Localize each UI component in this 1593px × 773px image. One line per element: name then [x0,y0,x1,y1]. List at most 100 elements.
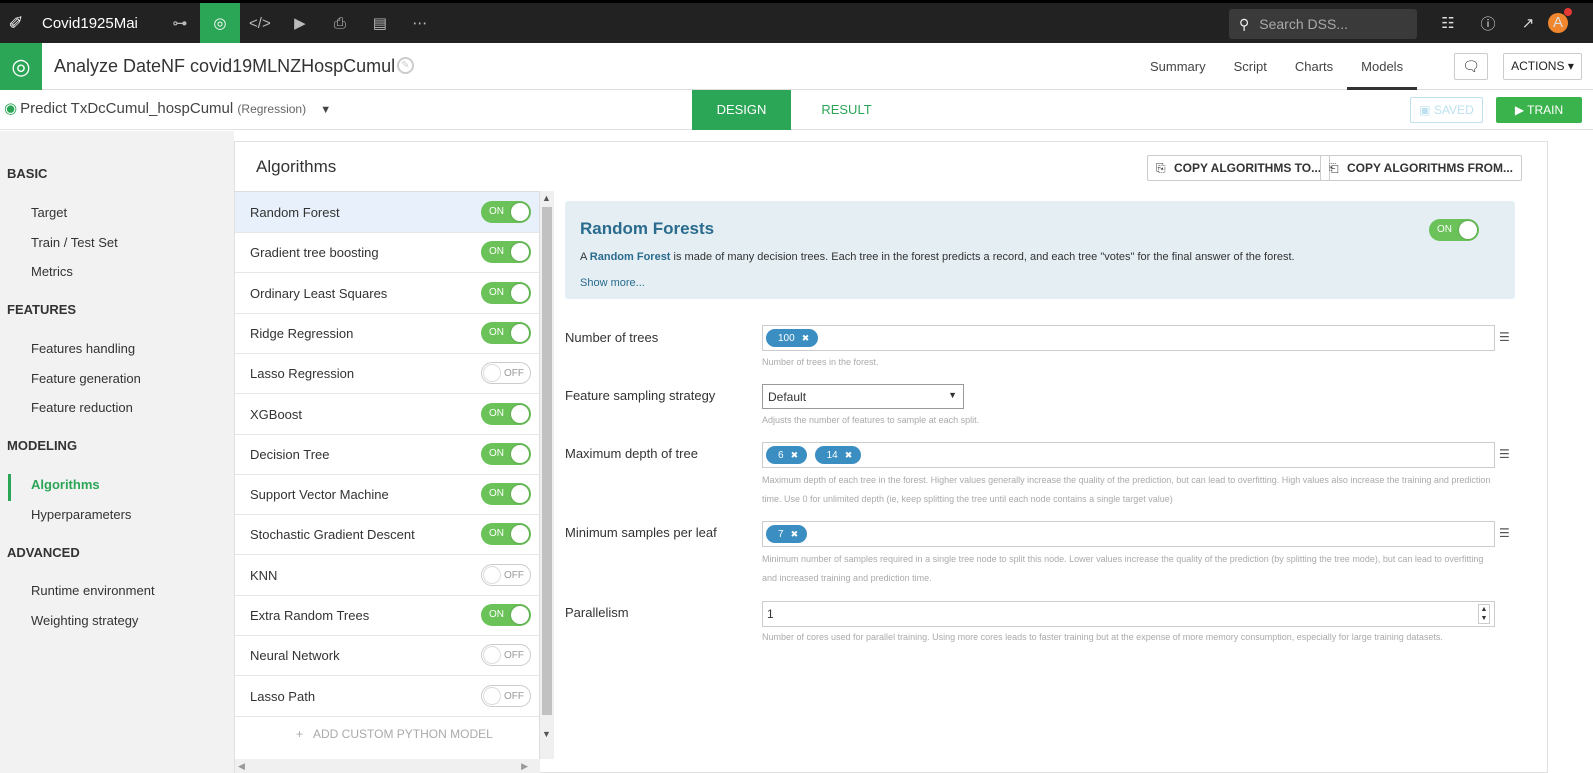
tab-design[interactable]: DESIGN [692,90,791,130]
actions-label: ACTIONS [1511,59,1565,73]
algorithm-detail: Random Forests ON A Random Forest is mad… [555,191,1549,773]
algorithm-row[interactable]: Lasso Regression OFF [235,353,539,395]
algorithm-toggle[interactable]: OFF [481,644,531,667]
tab-models[interactable]: Models [1347,43,1418,90]
value-tag[interactable]: 7 ✖ [766,525,808,543]
feature-sampling-select[interactable]: Default ▼ [762,384,964,409]
algorithm-row[interactable]: XGBoost ON [235,394,539,435]
desc-prefix: A [580,251,590,263]
help-icon[interactable]: ⓘ [1468,13,1508,34]
algorithm-row[interactable]: Decision Tree ON [235,434,539,475]
remove-tag-icon[interactable]: ✖ [802,333,810,343]
code-icon[interactable]: </> [240,3,280,43]
algorithm-row[interactable]: Extra Random Trees ON [235,595,539,636]
algorithm-toggle[interactable]: ON [481,281,531,304]
tab-charts[interactable]: Charts [1281,43,1347,90]
scroll-up-icon[interactable]: ▲ [542,193,551,203]
scroll-down-icon[interactable]: ▼ [542,729,551,739]
tab-result[interactable]: RESULT [797,90,896,130]
discussions-button[interactable]: 🗨 [1454,53,1488,80]
algorithm-toggle[interactable]: ON [481,241,531,264]
sidebar-item-algorithms[interactable]: Algorithms [31,477,100,492]
remove-tag-icon[interactable]: ✖ [791,529,799,539]
parallelism-input[interactable]: 1 ▲ ▼ [762,601,1495,627]
algorithm-toggle[interactable]: ON [481,442,531,465]
list-mode-icon[interactable]: ☰ [1499,526,1510,540]
algorithm-list-scrollbar[interactable]: ▲ ▼ [540,191,554,759]
printer-icon[interactable]: ⎙ [320,3,360,43]
max-depth-input[interactable]: 6 ✖ 14 ✖ [762,442,1495,468]
sidebar-item-weighting-strategy[interactable]: Weighting strategy [31,613,138,628]
jobs-play-icon[interactable]: ▶ [280,3,320,43]
algorithm-toggle[interactable]: OFF [481,563,531,586]
number-of-trees-input[interactable]: 100 ✖ [762,325,1495,351]
sidebar-item-hyperparameters[interactable]: Hyperparameters [31,507,131,522]
algorithm-row[interactable]: KNN OFF [235,555,539,596]
value-tag[interactable]: 100 ✖ [766,329,819,347]
chevron-down-icon[interactable]: ▼ [320,104,331,116]
algorithm-name: Gradient tree boosting [250,245,379,261]
lab-icon[interactable]: ◎ [199,3,240,43]
scroll-left-icon[interactable]: ◀ [238,761,245,772]
algorithm-toggle[interactable]: ON [481,402,531,425]
algorithm-toggle[interactable]: OFF [481,684,531,707]
sidebar-item-metrics[interactable]: Metrics [31,264,73,279]
copy-algorithms-to-button[interactable]: ⎘ COPY ALGORITHMS TO... [1147,155,1331,181]
trending-icon[interactable]: ↗ [1508,14,1548,32]
flow-icon[interactable]: ⊶ [160,3,200,43]
algorithm-toggle[interactable]: ON [481,523,531,546]
copy-algorithms-from-button[interactable]: ⎗ COPY ALGORITHMS FROM... [1320,155,1523,181]
algorithm-row[interactable]: Gradient tree boosting ON [235,232,539,274]
algorithm-row[interactable]: Random Forest ON [235,192,539,233]
algorithm-row[interactable]: Neural Network OFF [235,635,539,677]
project-name[interactable]: Covid1925Mai [42,15,138,32]
algorithm-enable-toggle[interactable]: ON [1429,219,1479,241]
sidebar-item-target[interactable]: Target [31,205,67,220]
remove-tag-icon[interactable]: ✖ [791,450,799,460]
predict-selector[interactable]: ◉ Predict TxDcCumul_hospCumul (Regression… [4,99,331,117]
algorithm-row[interactable]: Stochastic Gradient Descent ON [235,514,539,556]
sidebar-item-runtime-environment[interactable]: Runtime environment [31,583,155,598]
algorithm-row[interactable]: Ridge Regression ON [235,313,539,354]
tab-summary[interactable]: Summary [1136,43,1220,90]
dashboard-icon[interactable]: ▤ [360,3,400,43]
list-mode-icon[interactable]: ☰ [1499,330,1510,344]
avatar[interactable]: A [1548,8,1572,33]
list-mode-icon[interactable]: ☰ [1499,447,1510,461]
sidebar-item-feature-generation[interactable]: Feature generation [31,371,141,386]
scroll-right-icon[interactable]: ▶ [521,761,528,772]
value-tag[interactable]: 6 ✖ [766,446,808,464]
algorithm-toggle[interactable]: ON [481,483,531,506]
value-tag[interactable]: 14 ✖ [814,446,862,464]
algorithm-toggle[interactable]: ON [481,321,531,344]
algorithm-toggle[interactable]: ON [481,201,531,223]
tab-script[interactable]: Script [1220,43,1281,90]
algorithm-name: Ordinary Least Squares [250,285,388,301]
sidebar-item-train-test[interactable]: Train / Test Set [31,235,118,250]
algorithm-toggle[interactable]: ON [481,604,531,626]
apps-grid-icon[interactable]: ☷ [1428,14,1468,32]
algorithm-toggle[interactable]: OFF [481,362,531,385]
add-custom-python-model-link[interactable]: + ADD CUSTOM PYTHON MODEL [296,727,493,741]
chat-icon: 🗨 [1462,58,1480,74]
train-button[interactable]: ▶ TRAIN [1496,97,1582,123]
show-more-link[interactable]: Show more... [580,277,645,289]
dss-bird-logo-icon[interactable]: ✐ [0,3,32,43]
actions-button[interactable]: ACTIONS ▾ [1503,53,1582,80]
search-input[interactable]: ⚲ Search DSS... [1229,9,1417,39]
algorithm-list-hscrollbar[interactable]: ◀ ▶ [235,759,540,773]
sidebar-item-feature-reduction[interactable]: Feature reduction [31,400,133,415]
min-samples-leaf-input[interactable]: 7 ✖ [762,521,1495,547]
sidebar-item-features-handling[interactable]: Features handling [31,341,135,356]
number-spinner[interactable]: ▲ ▼ [1478,604,1490,624]
algorithm-row[interactable]: Ordinary Least Squares ON [235,273,539,314]
algorithm-row[interactable]: Support Vector Machine ON [235,474,539,516]
more-icon[interactable]: ⋯ [400,3,440,43]
train-label: TRAIN [1527,103,1564,117]
edit-icon[interactable]: ✎ [397,57,414,74]
scrollbar-thumb[interactable] [542,207,552,715]
algorithm-row[interactable]: Lasso Path OFF [235,676,539,717]
remove-tag-icon[interactable]: ✖ [845,450,853,460]
toggle-label: OFF [504,368,524,380]
saved-button[interactable]: ▣ SAVED [1410,97,1483,123]
